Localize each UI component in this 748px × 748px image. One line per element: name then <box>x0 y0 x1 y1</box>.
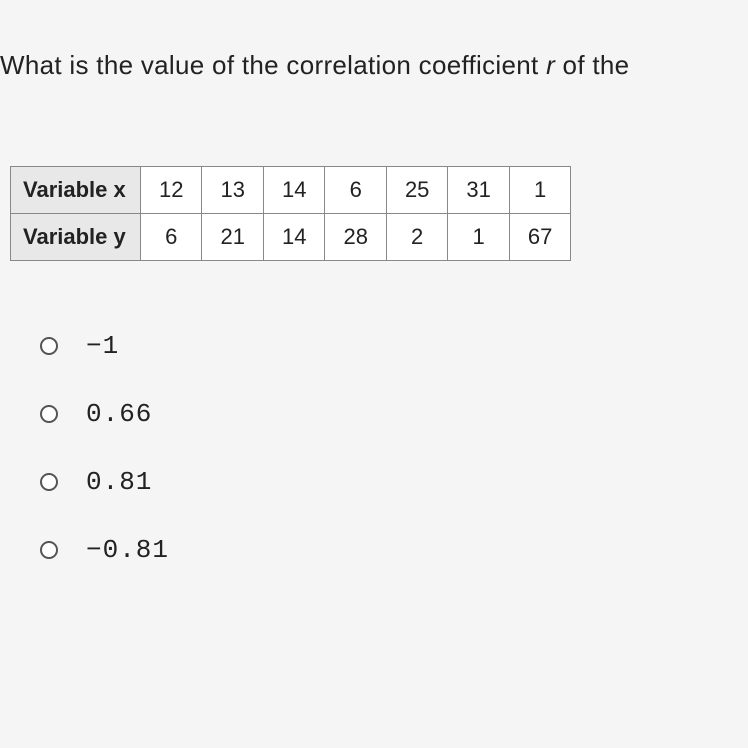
question-prefix: What is the value of the correlation coe… <box>0 50 546 80</box>
option-d[interactable]: −0.81 <box>40 535 748 565</box>
option-label: 0.81 <box>86 467 152 497</box>
cell: 6 <box>141 214 202 261</box>
data-table: Variable x 12 13 14 6 25 31 1 Variable y… <box>10 166 571 261</box>
cell: 1 <box>448 214 509 261</box>
cell: 21 <box>202 214 263 261</box>
data-table-container: Variable x 12 13 14 6 25 31 1 Variable y… <box>10 166 748 261</box>
radio-icon <box>40 405 58 423</box>
radio-icon <box>40 337 58 355</box>
option-label: 0.66 <box>86 399 152 429</box>
answer-options: −1 0.66 0.81 −0.81 <box>40 331 748 565</box>
cell: 14 <box>263 214 324 261</box>
option-label: −1 <box>86 331 119 361</box>
cell: 14 <box>263 167 324 214</box>
cell: 2 <box>386 214 447 261</box>
row-header-x: Variable x <box>11 167 141 214</box>
option-label: −0.81 <box>86 535 169 565</box>
cell: 6 <box>325 167 386 214</box>
question-page: What is the value of the correlation coe… <box>0 0 748 748</box>
option-b[interactable]: 0.66 <box>40 399 748 429</box>
cell: 25 <box>386 167 447 214</box>
question-suffix: of the <box>555 50 629 80</box>
cell: 13 <box>202 167 263 214</box>
option-c[interactable]: 0.81 <box>40 467 748 497</box>
option-a[interactable]: −1 <box>40 331 748 361</box>
cell: 31 <box>448 167 509 214</box>
radio-icon <box>40 473 58 491</box>
cell: 12 <box>141 167 202 214</box>
row-header-y: Variable y <box>11 214 141 261</box>
question-italic: r <box>546 50 555 80</box>
cell: 67 <box>509 214 570 261</box>
cell: 1 <box>509 167 570 214</box>
table-row: Variable x 12 13 14 6 25 31 1 <box>11 167 571 214</box>
table-row: Variable y 6 21 14 28 2 1 67 <box>11 214 571 261</box>
cell: 28 <box>325 214 386 261</box>
radio-icon <box>40 541 58 559</box>
question-text: What is the value of the correlation coe… <box>0 0 748 81</box>
